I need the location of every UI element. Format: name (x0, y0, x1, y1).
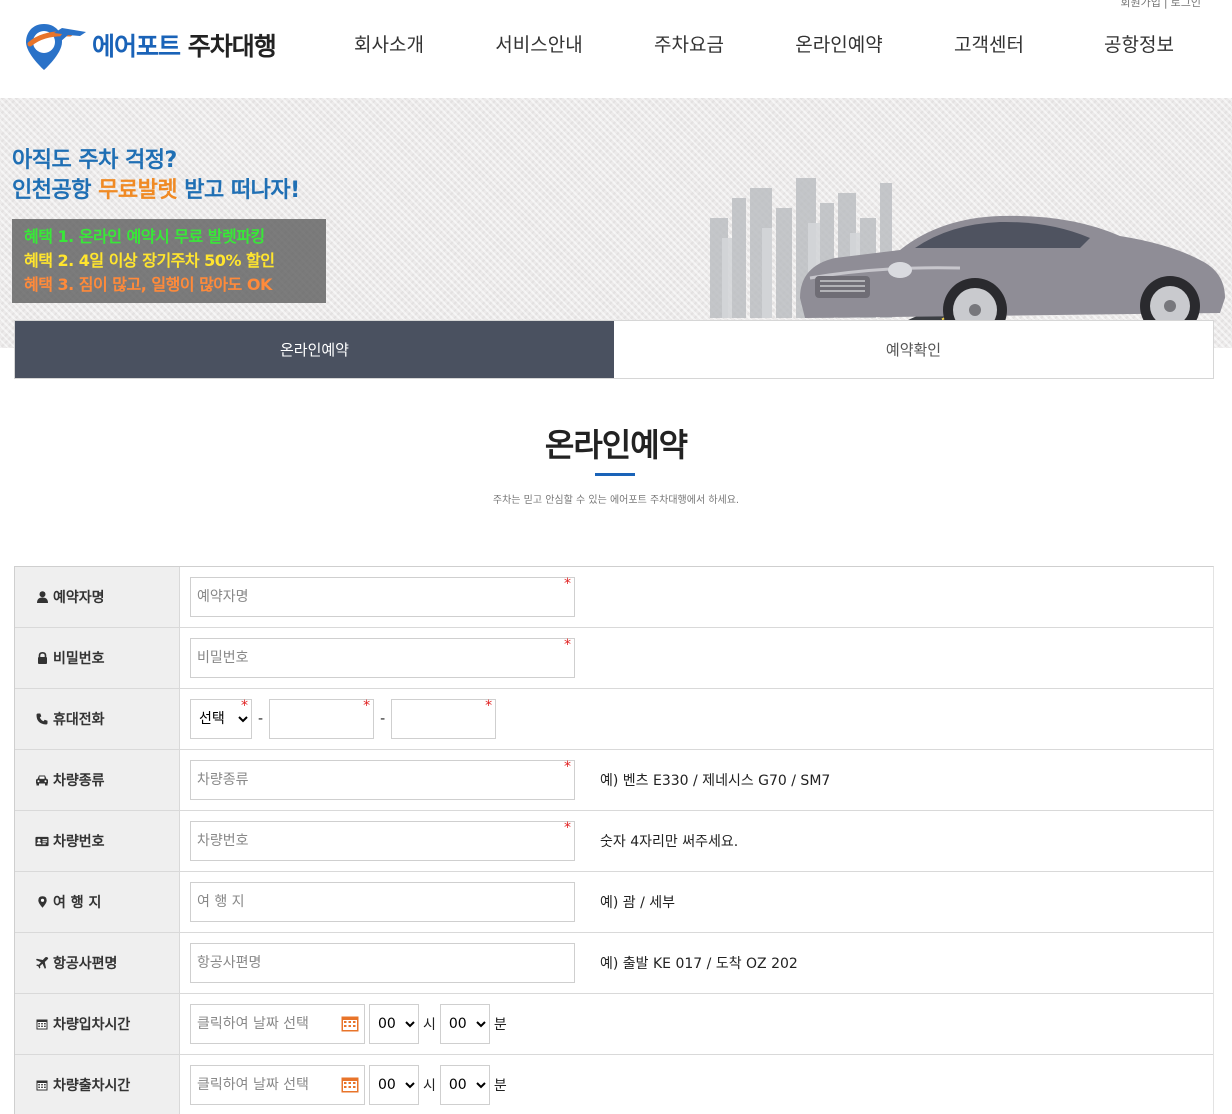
car-type-hint: 예) 벤츠 E330 / 제네시스 G70 / SM7 (600, 773, 831, 789)
checkin-hour-select[interactable]: 00 (369, 1004, 419, 1044)
flight-input[interactable] (190, 943, 575, 983)
password-label: 비밀번호 (53, 651, 105, 667)
site-header: 에어포트 주차대행 회사소개 서비스안내 주차요금 온라인예약 고객센터 공항정… (0, 0, 1232, 98)
name-label: 예약자명 (53, 590, 105, 606)
tab-reservation-check[interactable]: 예약확인 (614, 321, 1213, 378)
checkout-hour-unit: 시 (423, 1078, 436, 1094)
map-marker-icon (35, 896, 49, 908)
form-row-car-number: 차량번호 * 숫자 4자리만 써주세요. (15, 811, 1213, 872)
checkout-hour-select[interactable]: 00 (369, 1065, 419, 1105)
benefit-3: 혜택 3. 짐이 많고, 일행이 많아도 OK (24, 275, 272, 294)
car-number-label: 차량번호 (53, 834, 105, 850)
phone-middle-input[interactable] (269, 699, 375, 739)
form-row-name: 예약자명 * (15, 567, 1213, 628)
phone-label: 휴대전화 (53, 712, 105, 728)
banner-line-2b: 받고 떠나자! (177, 178, 300, 203)
user-icon (35, 591, 49, 603)
phone-icon (35, 713, 49, 725)
logo-text-airport: 에어포트 (92, 32, 181, 61)
car-number-hint: 숫자 4자리만 써주세요. (600, 834, 739, 850)
id-card-icon (35, 836, 49, 847)
car-type-input[interactable] (190, 760, 575, 800)
nav-item-reservation[interactable]: 온라인예약 (764, 30, 914, 57)
banner-line-1: 아직도 주차 걱정? (12, 148, 177, 173)
airport-pin-logo-icon (26, 24, 86, 70)
checkout-minute-select[interactable]: 00 (439, 1065, 490, 1105)
checkin-hour-unit: 시 (423, 1017, 436, 1033)
benefit-1: 혜택 1. 온라인 예약시 무료 발렛파킹 (24, 227, 265, 246)
nav-item-airport-info[interactable]: 공항정보 (1064, 30, 1214, 57)
car-type-label: 차량종류 (53, 773, 105, 789)
plane-icon (35, 957, 49, 969)
destination-label: 여 행 지 (53, 895, 102, 911)
checkout-minute-unit: 분 (493, 1078, 507, 1094)
name-input[interactable] (190, 577, 575, 617)
required-mark: * (564, 759, 571, 775)
nav-item-service[interactable]: 서비스안내 (464, 30, 614, 57)
page-title: 온라인예약 (544, 426, 688, 464)
benefit-2: 혜택 2. 4일 이상 장기주차 50% 할인 (24, 251, 275, 270)
checkin-minute-unit: 분 (493, 1017, 507, 1033)
required-mark: * (485, 698, 493, 714)
tab-online-reservation[interactable]: 온라인예약 (15, 321, 614, 378)
checkin-minute-select[interactable]: 00 (439, 1004, 490, 1044)
form-row-checkout: 차량출차시간 00 시 00 분 (15, 1055, 1213, 1114)
required-mark: * (564, 820, 571, 836)
nav-item-company[interactable]: 회사소개 (314, 30, 464, 57)
reservation-form: 예약자명 * 비밀번호 * 휴대전화 (14, 566, 1214, 1114)
calendar-picker-icon[interactable] (341, 1076, 359, 1093)
destination-hint: 예) 괌 / 세부 (600, 895, 676, 911)
flight-hint: 예) 출발 KE 017 / 도착 OZ 202 (600, 956, 798, 972)
required-mark: * (564, 576, 571, 592)
title-underline (595, 473, 635, 476)
car-city-image (710, 178, 1225, 348)
required-mark: * (564, 637, 571, 653)
page-subtitle: 주차는 믿고 안심할 수 있는 에어포트 주차대행에서 하세요. (492, 495, 740, 506)
reservation-tabs: 온라인예약 예약확인 (14, 320, 1214, 379)
password-input[interactable] (190, 638, 575, 678)
banner-highlight: 무료발렛 (98, 178, 178, 203)
calendar-icon (35, 1018, 49, 1030)
nav-item-fee[interactable]: 주차요금 (614, 30, 764, 57)
benefits-box: 혜택 1. 온라인 예약시 무료 발렛파킹 혜택 2. 4일 이상 장기주차 5… (12, 219, 326, 303)
required-mark: * (241, 698, 248, 714)
banner-line-2a: 인천공항 (12, 178, 99, 203)
banner-headline: 아직도 주차 걱정? 인천공항 무료발렛 받고 떠나자! (12, 146, 300, 206)
nav-item-support[interactable]: 고객센터 (914, 30, 1064, 57)
site-logo[interactable]: 에어포트 주차대행 (24, 18, 277, 72)
logo-text-valet: 주차대행 (187, 32, 277, 61)
form-row-checkin: 차량입차시간 00 시 00 분 (15, 994, 1213, 1055)
form-row-password: 비밀번호 * (15, 628, 1213, 689)
hero-banner: 아직도 주차 걱정? 인천공항 무료발렛 받고 떠나자! 혜택 1. 온라인 예… (0, 98, 1232, 348)
checkin-label: 차량입차시간 (53, 1017, 131, 1033)
phone-dash: - (258, 711, 264, 727)
checkout-date-input[interactable] (190, 1065, 365, 1105)
checkout-label: 차량출차시간 (53, 1078, 131, 1094)
main-nav: 회사소개 서비스안내 주차요금 온라인예약 고객센터 공항정보 (314, 30, 1214, 57)
form-row-car-type: 차량종류 * 예) 벤츠 E330 / 제네시스 G70 / SM7 (15, 750, 1213, 811)
phone-last-input[interactable] (391, 699, 497, 739)
checkin-date-input[interactable] (190, 1004, 365, 1044)
required-mark: * (363, 698, 371, 714)
form-row-destination: 여 행 지 예) 괌 / 세부 (15, 872, 1213, 933)
destination-input[interactable] (190, 882, 575, 922)
lock-icon (35, 652, 49, 664)
form-row-flight: 항공사편명 예) 출발 KE 017 / 도착 OZ 202 (15, 933, 1213, 994)
car-icon (35, 774, 49, 786)
flight-label: 항공사편명 (53, 956, 118, 972)
phone-dash: - (380, 711, 386, 727)
calendar-picker-icon[interactable] (341, 1015, 359, 1032)
car-number-input[interactable] (190, 821, 575, 861)
form-row-phone: 휴대전화 선택 * - * - * (15, 689, 1213, 750)
calendar-icon (35, 1079, 49, 1091)
